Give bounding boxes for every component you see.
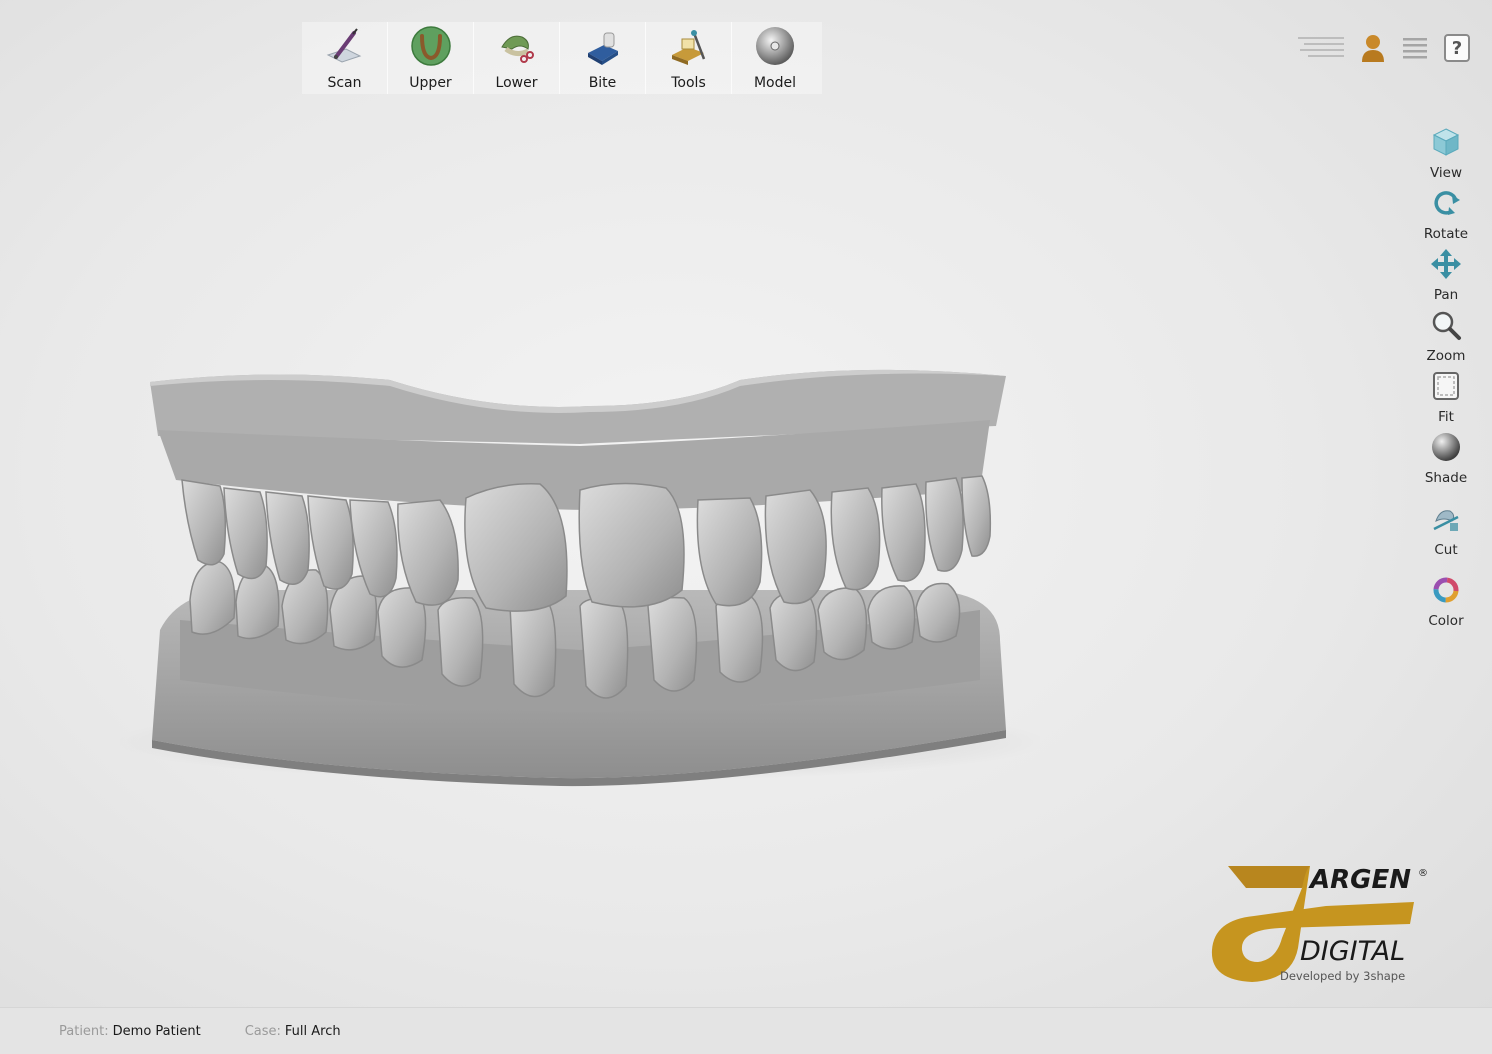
bite-block-icon [587, 32, 618, 65]
tool-tools[interactable]: Tools [646, 22, 732, 94]
tools-icon [671, 30, 705, 65]
upper-arch-icon [410, 26, 451, 66]
tool-scan[interactable]: Scan [302, 22, 388, 94]
user-icon [1362, 35, 1384, 62]
color-ring-icon [1433, 577, 1459, 603]
slider-lines-button[interactable] [1294, 32, 1346, 64]
model-disc-icon [756, 27, 794, 65]
tool-lower-label: Lower [495, 75, 538, 91]
menu-button[interactable] [1400, 32, 1430, 64]
rotate-icon [1434, 191, 1460, 215]
sidebar-item-view[interactable]: View [1408, 126, 1484, 187]
logo-brand-text: ARGEN [1308, 865, 1411, 895]
help-label: ? [1451, 37, 1463, 59]
view-cube-icon [1432, 128, 1460, 156]
dental-arch-model [110, 369, 1050, 787]
shade-sphere-icon [1432, 433, 1460, 461]
sidebar-label-cut: Cut [1434, 542, 1458, 558]
lower-arch-icon [500, 35, 534, 63]
cut-icon [1433, 510, 1459, 531]
sidebar-label-fit: Fit [1438, 409, 1454, 425]
model-viewport[interactable] [110, 340, 1050, 810]
main-toolbar: Scan Upper Lower Bite Tools Model [302, 22, 822, 94]
argen-logo-mark: ARGEN ® DIGITAL Developed by 3shape [1211, 865, 1428, 983]
sidebar-item-rotate[interactable]: Rotate [1408, 187, 1484, 248]
argen-digital-logo: ARGEN ® DIGITAL Developed by 3shape [1206, 862, 1436, 987]
topright-controls: ? [1294, 32, 1472, 64]
sidebar-item-shade[interactable]: Shade [1408, 431, 1484, 503]
pan-arrows-icon [1431, 249, 1461, 279]
tool-bite[interactable]: Bite [560, 22, 646, 94]
user-button[interactable] [1358, 32, 1388, 64]
sidebar-label-view: View [1429, 165, 1463, 181]
fit-frame-icon [1433, 372, 1459, 400]
tool-upper[interactable]: Upper [388, 22, 474, 94]
tool-model-label: Model [753, 75, 797, 91]
logo-registered-mark: ® [1418, 868, 1428, 879]
view-sidebar: View Rotate Pan Zoom Fit Shade Cut Color [1408, 126, 1484, 634]
help-button[interactable]: ? [1442, 32, 1472, 64]
sidebar-item-color[interactable]: Color [1408, 574, 1484, 634]
tool-model[interactable]: Model [732, 22, 818, 94]
sidebar-item-zoom[interactable]: Zoom [1408, 309, 1484, 370]
patient-value: Demo Patient [112, 1023, 201, 1039]
sidebar-item-pan[interactable]: Pan [1408, 248, 1484, 309]
sidebar-label-color: Color [1428, 613, 1464, 629]
sidebar-label-pan: Pan [1433, 287, 1459, 303]
tool-tools-label: Tools [671, 75, 706, 91]
slider-lines-icon [1298, 37, 1344, 57]
case-label: Case: [244, 1023, 281, 1039]
help-icon: ? [1444, 34, 1470, 62]
tool-lower[interactable]: Lower [474, 22, 560, 94]
logo-product-text: DIGITAL [1300, 936, 1405, 967]
status-bar: Patient: Demo Patient Case: Full Arch [0, 1007, 1492, 1054]
tool-upper-label: Upper [409, 75, 452, 91]
case-value: Full Arch [284, 1023, 341, 1039]
sidebar-label-rotate: Rotate [1423, 226, 1469, 242]
logo-developer-text: Developed by 3shape [1280, 969, 1405, 983]
sidebar-label-shade: Shade [1424, 470, 1468, 486]
zoom-magnifier-icon [1432, 311, 1461, 340]
tool-bite-label: Bite [588, 75, 617, 91]
sidebar-item-fit[interactable]: Fit [1408, 370, 1484, 431]
menu-icon [1403, 38, 1427, 59]
scan-pen-icon [326, 28, 361, 63]
sidebar-item-cut[interactable]: Cut [1408, 503, 1484, 574]
patient-label: Patient: [59, 1023, 109, 1039]
sidebar-label-zoom: Zoom [1426, 348, 1466, 364]
tool-scan-label: Scan [327, 75, 362, 91]
